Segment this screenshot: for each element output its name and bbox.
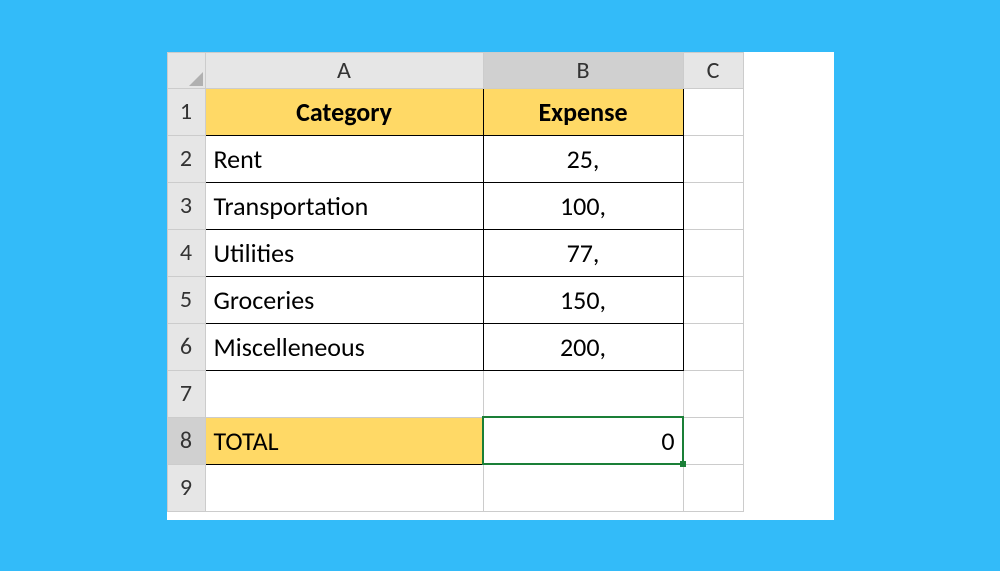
- cell-A9[interactable]: [205, 464, 483, 511]
- row-header-8[interactable]: 8: [167, 417, 205, 464]
- cell-B8[interactable]: 0: [483, 417, 683, 464]
- row-header-2[interactable]: 2: [167, 135, 205, 182]
- row-header-1[interactable]: 1: [167, 88, 205, 135]
- column-header-A[interactable]: A: [205, 52, 483, 88]
- cell-C4[interactable]: [683, 229, 743, 276]
- cell-B2[interactable]: 25,: [483, 135, 683, 182]
- cell-B1[interactable]: Expense: [483, 88, 683, 135]
- cell-C7[interactable]: [683, 370, 743, 417]
- cell-B5[interactable]: 150,: [483, 276, 683, 323]
- cell-B6[interactable]: 200,: [483, 323, 683, 370]
- row-header-7[interactable]: 7: [167, 370, 205, 417]
- cell-A6[interactable]: Miscelleneous: [205, 323, 483, 370]
- cell-C6[interactable]: [683, 323, 743, 370]
- cell-A2[interactable]: Rent: [205, 135, 483, 182]
- cell-A1[interactable]: Category: [205, 88, 483, 135]
- row-header-6[interactable]: 6: [167, 323, 205, 370]
- cell-A7[interactable]: [205, 370, 483, 417]
- row-header-9[interactable]: 9: [167, 464, 205, 511]
- column-header-B[interactable]: B: [483, 52, 683, 88]
- cell-A5[interactable]: Groceries: [205, 276, 483, 323]
- cell-B7[interactable]: [483, 370, 683, 417]
- cell-C2[interactable]: [683, 135, 743, 182]
- cell-A3[interactable]: Transportation: [205, 182, 483, 229]
- select-all-corner[interactable]: [167, 52, 205, 88]
- spreadsheet-window: A B C 1 Category Expense 2 Rent 25, 3 Tr…: [167, 52, 834, 520]
- cell-B4[interactable]: 77,: [483, 229, 683, 276]
- row-header-5[interactable]: 5: [167, 276, 205, 323]
- cell-B3[interactable]: 100,: [483, 182, 683, 229]
- cell-C5[interactable]: [683, 276, 743, 323]
- cell-C1[interactable]: [683, 88, 743, 135]
- cell-B9[interactable]: [483, 464, 683, 511]
- cell-A8[interactable]: TOTAL: [205, 417, 483, 464]
- cell-C8[interactable]: [683, 417, 743, 464]
- row-header-3[interactable]: 3: [167, 182, 205, 229]
- worksheet-grid[interactable]: A B C 1 Category Expense 2 Rent 25, 3 Tr…: [167, 52, 744, 512]
- cell-A4[interactable]: Utilities: [205, 229, 483, 276]
- cell-C3[interactable]: [683, 182, 743, 229]
- row-header-4[interactable]: 4: [167, 229, 205, 276]
- cell-C9[interactable]: [683, 464, 743, 511]
- column-header-C[interactable]: C: [683, 52, 743, 88]
